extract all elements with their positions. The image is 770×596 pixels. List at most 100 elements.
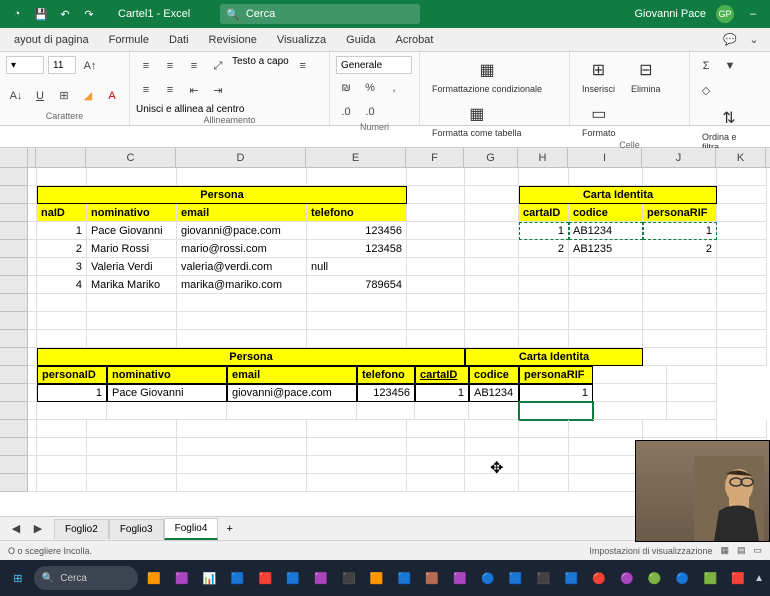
t3-h5[interactable]: cartaID — [415, 366, 469, 384]
tab-help[interactable]: Guida — [338, 30, 383, 50]
t1-h3[interactable]: email — [177, 204, 307, 222]
taskbar-app[interactable]: 🟧 — [365, 564, 389, 592]
col-header-h[interactable]: H — [518, 148, 568, 167]
sheet-tab[interactable]: Foglio3 — [109, 519, 164, 539]
conditional-format-button[interactable]: ▦Formattazione condizionale — [426, 56, 548, 96]
cell[interactable]: AB1234 — [469, 384, 519, 402]
decrease-font-icon[interactable]: A↓ — [6, 86, 26, 106]
taskbar-app[interactable]: ⬛ — [532, 564, 556, 592]
cell[interactable]: giovanni@pace.com — [227, 384, 357, 402]
undo-icon[interactable]: ↶ — [56, 5, 74, 23]
delete-button[interactable]: ⊟Elimina — [625, 56, 667, 96]
display-settings[interactable]: Impostazioni di visualizzazione — [589, 546, 712, 556]
fill-color-icon[interactable]: ◢ — [78, 86, 98, 106]
t1-h4[interactable]: telefono — [307, 204, 407, 222]
align-right-icon[interactable]: ≡ — [160, 80, 180, 100]
autosave-toggle[interactable]: ◔ — [8, 5, 26, 23]
view-normal-icon[interactable]: ▦ — [720, 545, 729, 556]
taskbar-app[interactable]: 🟪 — [170, 564, 194, 592]
taskbar-app[interactable]: 🟣 — [615, 564, 639, 592]
align-top-icon[interactable]: ≡ — [136, 56, 156, 76]
sheet-next-icon[interactable]: ▶ — [28, 519, 48, 539]
indent-dec-icon[interactable]: ⇤ — [184, 80, 204, 100]
sheet-tab-active[interactable]: Foglio4 — [164, 518, 219, 540]
taskbar-app[interactable]: 🔵 — [671, 564, 695, 592]
t2-h2[interactable]: codice — [569, 204, 643, 222]
active-cell[interactable] — [519, 402, 593, 420]
cell[interactable]: AB1235 — [569, 240, 643, 258]
cell[interactable]: giovanni@pace.com — [177, 222, 307, 240]
taskbar-app[interactable]: 🟪 — [448, 564, 472, 592]
comments-icon[interactable]: 💬 — [720, 30, 740, 50]
view-layout-icon[interactable]: ▤ — [737, 545, 746, 556]
table2-title[interactable]: Carta Identita — [519, 186, 717, 204]
cell[interactable]: null — [307, 258, 407, 276]
taskbar-app[interactable]: 🟫 — [420, 564, 444, 592]
currency-icon[interactable]: ₪ — [336, 78, 356, 98]
t3-h4[interactable]: telefono — [357, 366, 415, 384]
cell[interactable]: 789654 — [307, 276, 407, 294]
taskbar-app[interactable]: 🟥 — [254, 564, 278, 592]
view-pagebreak-icon[interactable]: ▭ — [753, 545, 762, 556]
cell[interactable]: 4 — [37, 276, 87, 294]
add-sheet-button[interactable]: + — [218, 519, 240, 539]
cell[interactable]: valeria@verdi.com — [177, 258, 307, 276]
cell[interactable]: 3 — [37, 258, 87, 276]
taskbar-app[interactable]: 🟦 — [226, 564, 250, 592]
table3-title-carta[interactable]: Carta Identita — [465, 348, 643, 366]
cell[interactable]: 1 — [37, 384, 107, 402]
dec-decimal-icon[interactable]: .0 — [360, 102, 380, 122]
col-header-e[interactable]: E — [306, 148, 406, 167]
col-header-c[interactable]: C — [86, 148, 176, 167]
wrap-text-button[interactable]: Testo a capo — [232, 56, 289, 67]
cell[interactable]: 123456 — [357, 384, 415, 402]
tab-review[interactable]: Revisione — [201, 30, 265, 50]
cell[interactable]: 2 — [37, 240, 87, 258]
cell[interactable]: marika@mariko.com — [177, 276, 307, 294]
user-name[interactable]: Giovanni Pace — [634, 8, 706, 20]
cell[interactable]: Marika Mariko — [87, 276, 177, 294]
comma-icon[interactable]: , — [384, 78, 404, 98]
clear-icon[interactable]: ◇ — [696, 80, 716, 100]
table3-title-persona[interactable]: Persona — [37, 348, 465, 366]
font-color-icon[interactable]: A — [102, 86, 122, 106]
save-icon[interactable]: 💾 — [32, 5, 50, 23]
taskbar-app[interactable]: 🟢 — [643, 564, 667, 592]
sort-filter-button[interactable]: ⇅Ordina e filtra — [696, 104, 762, 154]
user-avatar[interactable]: GP — [716, 5, 734, 23]
cell[interactable]: Mario Rossi — [87, 240, 177, 258]
align-mid-icon[interactable]: ≡ — [160, 56, 180, 76]
taskbar-app[interactable]: 📊 — [198, 564, 222, 592]
taskbar-app[interactable]: 🟦 — [504, 564, 528, 592]
sheet-tab[interactable]: Foglio2 — [54, 519, 109, 539]
col-header-k[interactable]: K — [716, 148, 766, 167]
font-dropdown[interactable]: ▾ — [6, 56, 44, 74]
taskbar-search[interactable]: 🔍 Cerca — [34, 566, 138, 590]
t3-h2[interactable]: nominativo — [107, 366, 227, 384]
tab-acrobat[interactable]: Acrobat — [388, 30, 442, 50]
tray-icon[interactable]: ▲ — [754, 573, 764, 584]
t1-h2[interactable]: nominativo — [87, 204, 177, 222]
t3-h6[interactable]: codice — [469, 366, 519, 384]
cell[interactable]: mario@rossi.com — [177, 240, 307, 258]
t3-h1[interactable]: personaID — [37, 366, 107, 384]
col-header-f[interactable]: F — [406, 148, 464, 167]
cell[interactable]: 1 — [415, 384, 469, 402]
taskbar-app[interactable]: 🟪 — [309, 564, 333, 592]
search-box[interactable]: 🔍 Cerca — [220, 4, 420, 24]
inc-decimal-icon[interactable]: .0 — [336, 102, 356, 122]
table1-title[interactable]: Persona — [37, 186, 407, 204]
borders-icon[interactable]: ⊞ — [54, 86, 74, 106]
insert-button[interactable]: ⊞Inserisci — [576, 56, 621, 96]
cell[interactable]: 1 — [37, 222, 87, 240]
number-format-dropdown[interactable]: Generale — [336, 56, 412, 74]
taskbar-app[interactable]: 🟧 — [142, 564, 166, 592]
orientation-icon[interactable]: ⤢ — [208, 56, 228, 76]
taskbar-app[interactable]: ⬛ — [337, 564, 361, 592]
col-header-j[interactable]: J — [642, 148, 716, 167]
t2-h3[interactable]: personaRIF — [643, 204, 717, 222]
cell[interactable]: 2 — [519, 240, 569, 258]
cell[interactable]: 123456 — [307, 222, 407, 240]
increase-font-icon[interactable]: A↑ — [80, 56, 100, 76]
taskbar-app[interactable]: 🔴 — [587, 564, 611, 592]
